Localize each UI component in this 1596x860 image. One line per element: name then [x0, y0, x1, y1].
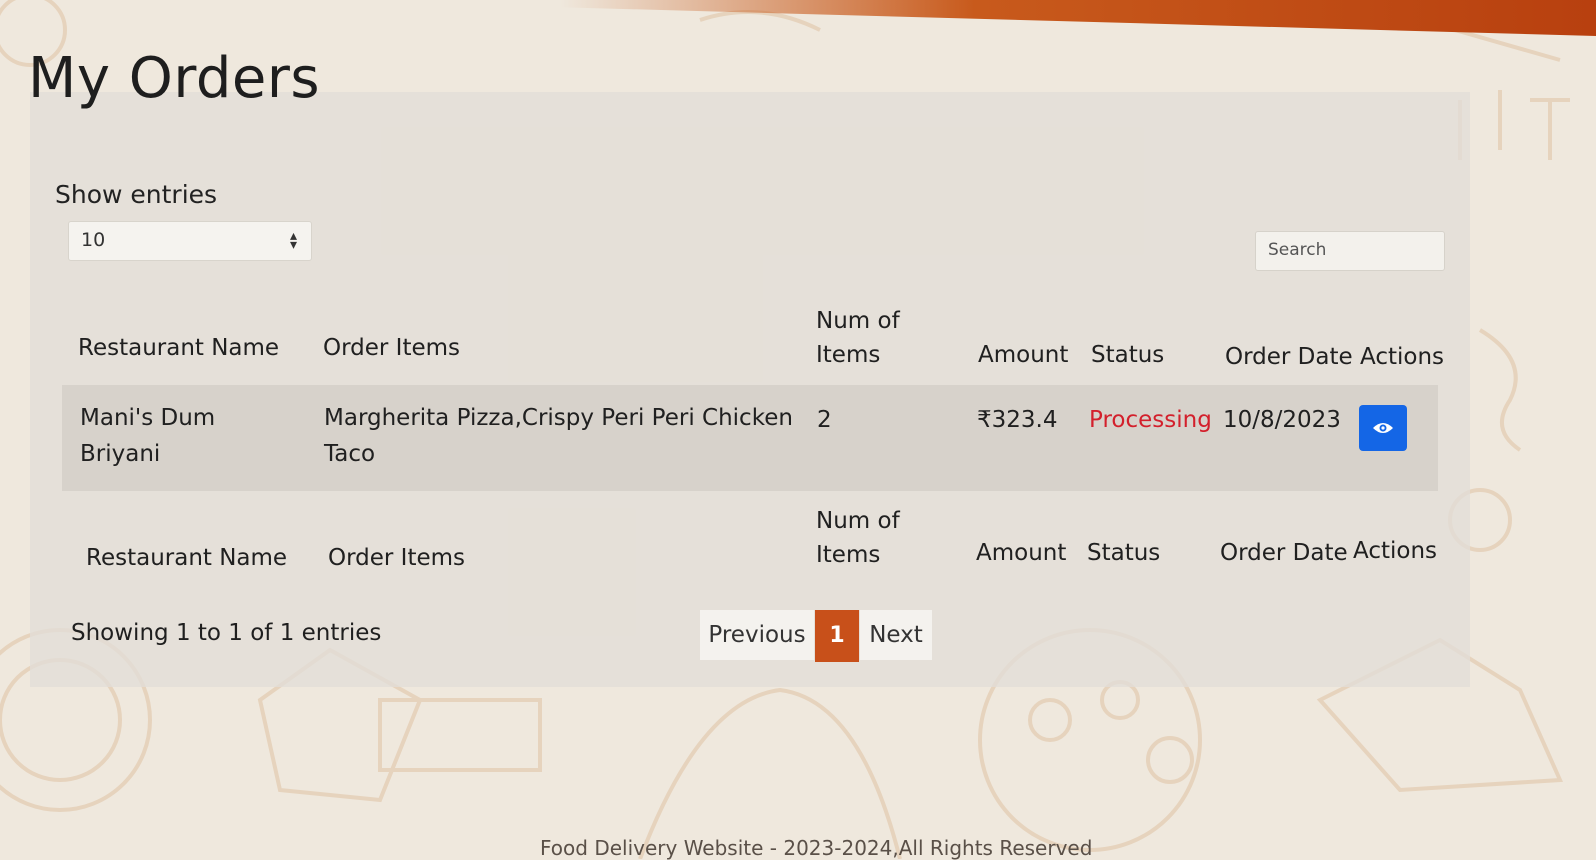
- pagination-page-1[interactable]: 1: [815, 610, 859, 662]
- show-entries-label: Show entries: [55, 180, 218, 209]
- th-order-date[interactable]: Order Date: [1225, 340, 1353, 374]
- cell-amount: ₹323.4: [977, 407, 1058, 433]
- tf-order-date: Order Date: [1220, 540, 1348, 566]
- search-placeholder: Search: [1268, 240, 1327, 260]
- search-input[interactable]: Search: [1255, 231, 1445, 271]
- th-num-of-items[interactable]: Num of Items: [816, 304, 926, 372]
- tf-amount: Amount: [976, 540, 1067, 566]
- tf-status: Status: [1087, 540, 1161, 566]
- cell-order-date: 10/8/2023: [1223, 407, 1341, 433]
- th-order-items[interactable]: Order Items: [323, 331, 460, 365]
- page-title: My Orders: [28, 46, 321, 111]
- cell-order-items: Margherita Pizza,Crispy Peri Peri Chicke…: [324, 405, 793, 467]
- th-actions: Actions: [1360, 344, 1445, 370]
- th-amount[interactable]: Amount: [978, 338, 1068, 372]
- th-status[interactable]: Status: [1091, 338, 1164, 372]
- footer-copyright: Food Delivery Website - 2023-2024,All Ri…: [540, 836, 1093, 860]
- tf-order-items: Order Items: [328, 545, 466, 571]
- entries-per-page-select[interactable]: 10 ▴ ▾: [68, 221, 312, 261]
- th-restaurant-name[interactable]: Restaurant Name: [78, 331, 279, 365]
- view-order-button[interactable]: [1359, 405, 1407, 451]
- status-badge: Processing: [1089, 407, 1212, 433]
- select-arrows-icon: ▴ ▾: [289, 228, 297, 253]
- cell-restaurant-name: Mani's Dum Briyani: [80, 405, 216, 467]
- tf-num-of-items: Num of Items: [816, 508, 900, 568]
- pagination-previous[interactable]: Previous: [700, 610, 814, 660]
- eye-icon: [1373, 423, 1393, 433]
- entries-info: Showing 1 to 1 of 1 entries: [71, 620, 382, 646]
- pagination-next[interactable]: Next: [860, 610, 932, 660]
- entries-per-page-value: 10: [81, 229, 106, 251]
- tf-actions: Actions: [1353, 538, 1438, 564]
- cell-num-items: 2: [817, 407, 832, 433]
- tf-restaurant-name: Restaurant Name: [86, 545, 288, 571]
